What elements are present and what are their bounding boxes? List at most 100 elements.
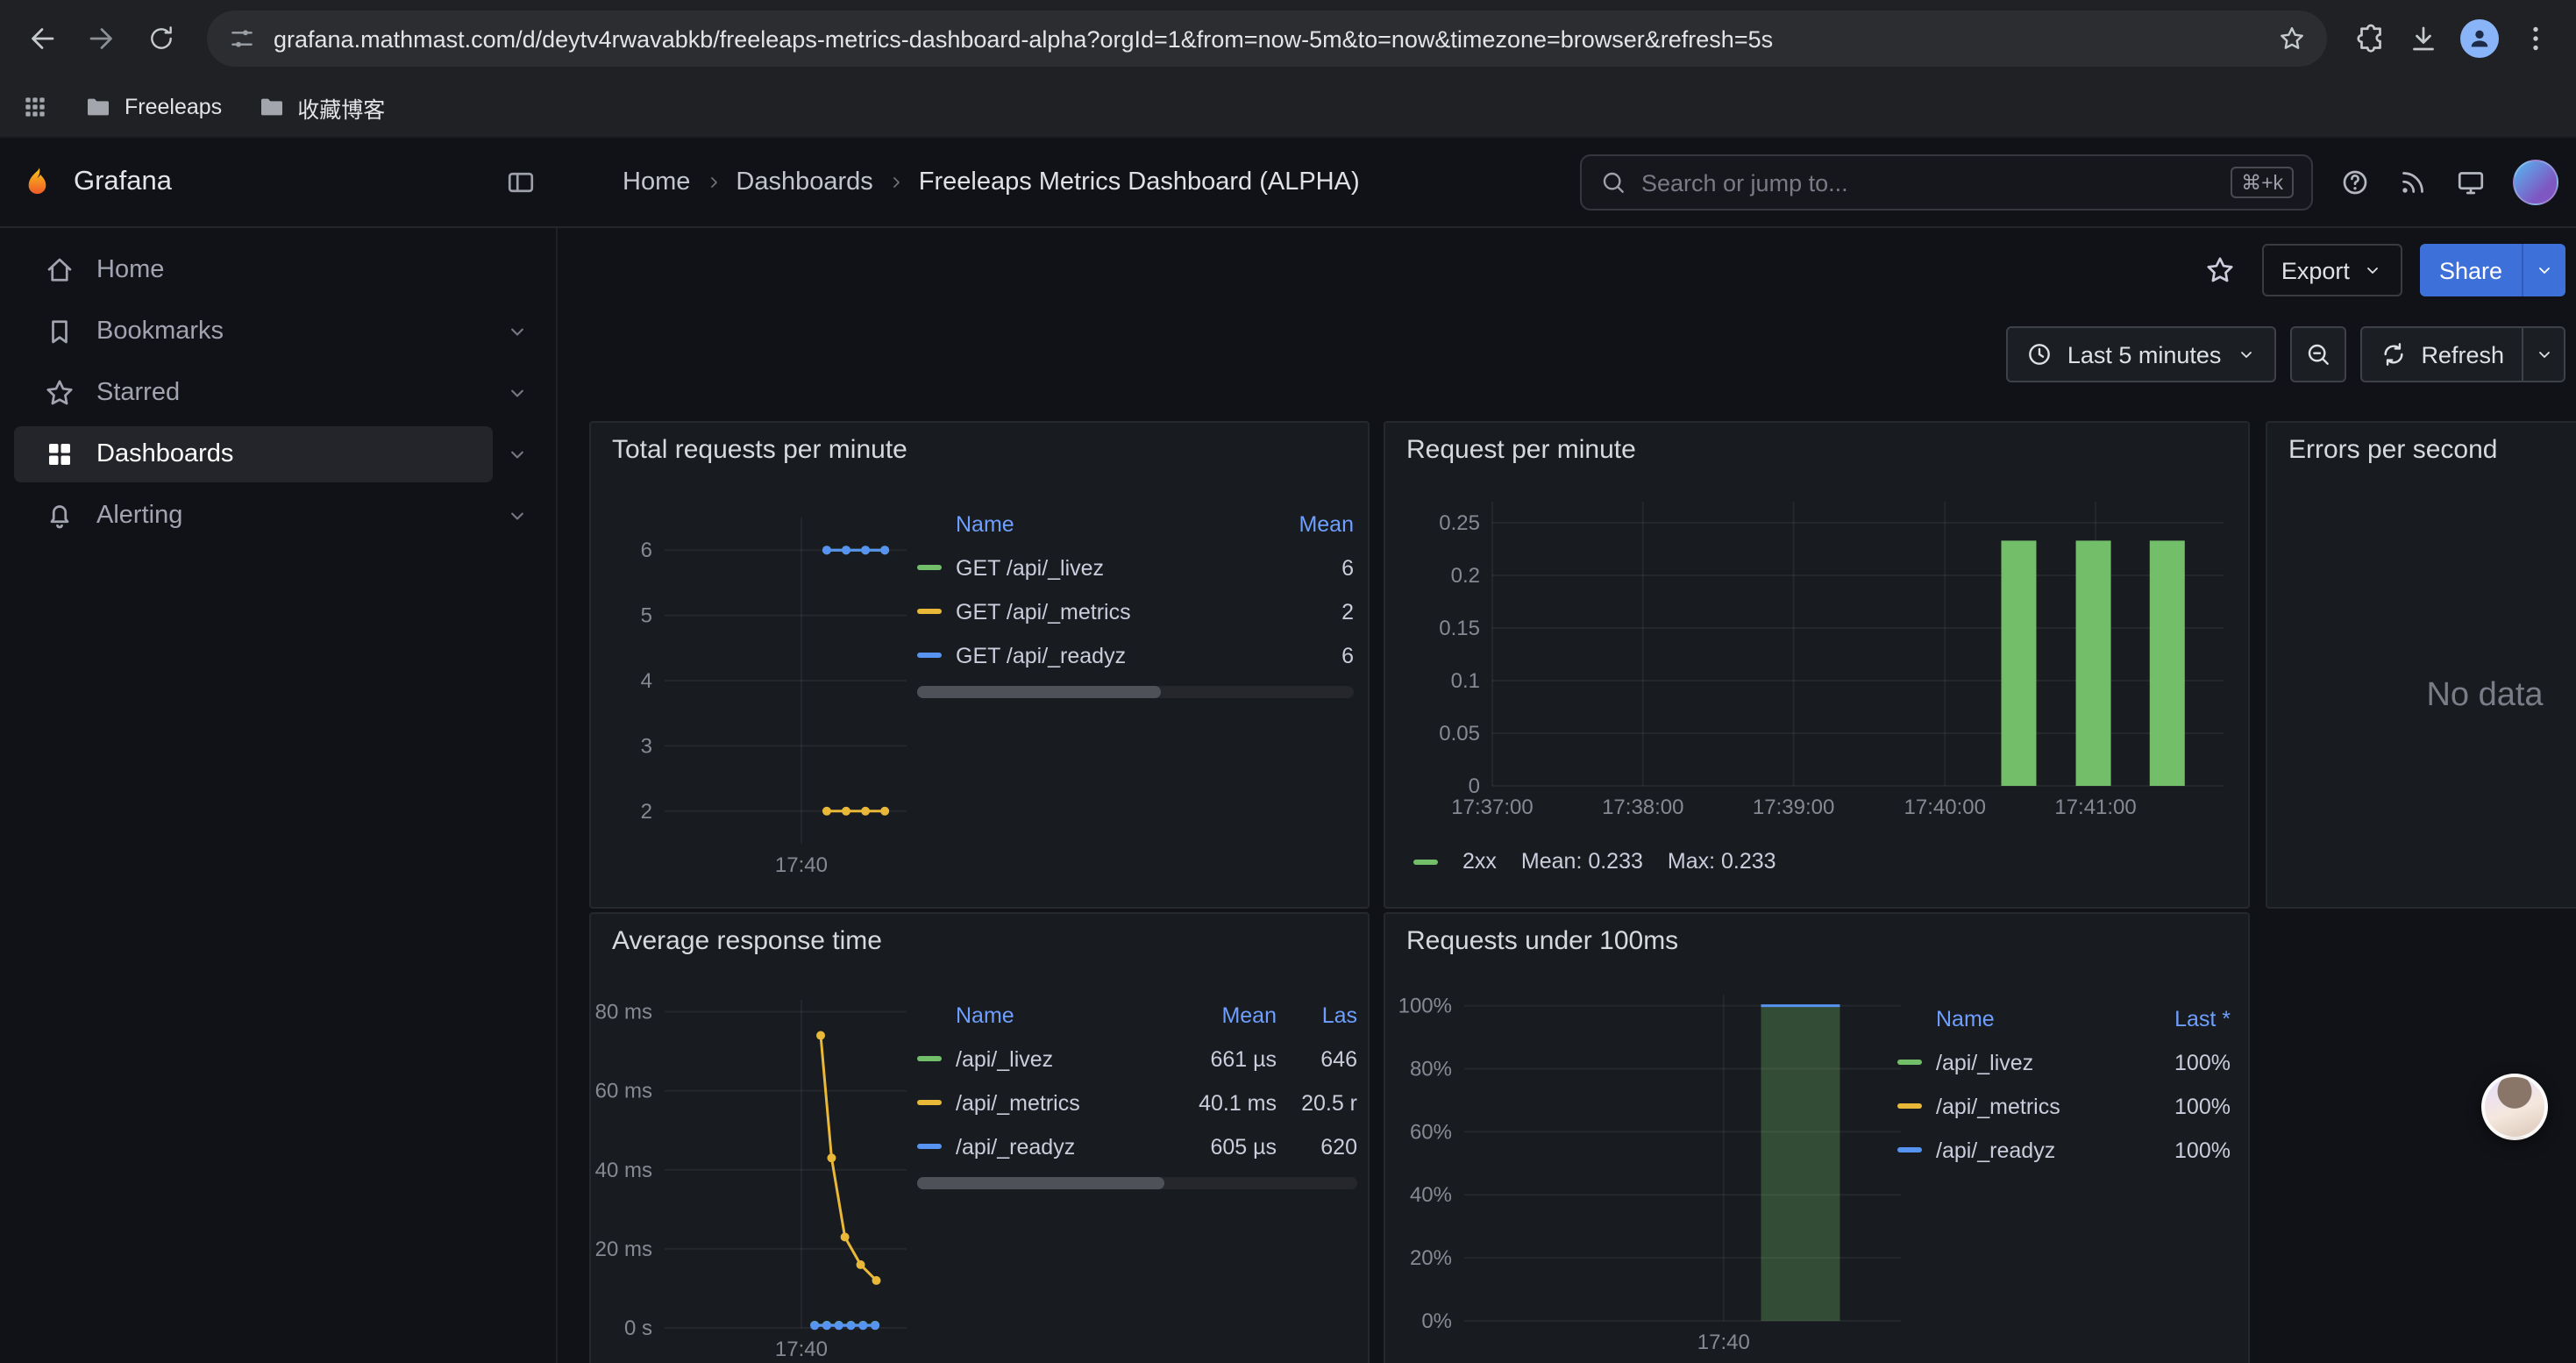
legend-row: GET /api/_readyz6 [917,633,1354,677]
sidebar-item-home[interactable]: Home [14,242,542,298]
legend-series-name[interactable]: GET /api/_livez [956,555,1252,580]
legend-series-name[interactable]: /api/_metrics [956,1090,1178,1115]
svg-text:0%: 0% [1421,1309,1452,1333]
legend-series-name[interactable]: /api/_livez [1936,1050,2143,1074]
series-color-dash [917,1144,942,1149]
browser-reload-button[interactable] [133,11,189,67]
svg-text:0: 0 [1469,774,1480,798]
news-rss-icon[interactable] [2397,167,2429,198]
svg-text:80%: 80% [1410,1057,1452,1081]
legend-row: /api/_metrics100% [1897,1084,2231,1128]
panel-title[interactable]: Requests under 100ms [1385,914,2248,968]
time-range-label: Last 5 minutes [2067,341,2222,368]
svg-text:6: 6 [641,539,652,562]
apps-grid-icon[interactable] [21,93,49,121]
help-icon[interactable] [2339,167,2371,198]
browser-back-button[interactable] [14,11,70,67]
bookmark-folder[interactable]: 收藏博客 [243,85,399,129]
legend-row: /api/_readyz605 µs620 [917,1124,1357,1168]
legend-series-value: 100% [2143,1050,2231,1074]
legend-series-name[interactable]: 2xx [1462,849,1497,874]
refresh-button[interactable]: Refresh [2359,326,2523,382]
legend-series-name[interactable]: GET /api/_metrics [956,599,1252,624]
legend-header-name[interactable]: Name [956,1003,1178,1028]
breadcrumb-item[interactable]: Dashboards [736,168,872,196]
extensions-puzzle-icon[interactable] [2355,23,2387,54]
legend-scrollbar[interactable] [917,1177,1357,1189]
legend-series-name[interactable]: /api/_readyz [956,1134,1178,1159]
browser-profile-avatar[interactable] [2460,19,2499,58]
legend-stat-max: Max: 0.233 [1668,849,1776,874]
assistant-avatar-fab[interactable] [2481,1074,2548,1140]
header-icons [2339,160,2558,205]
expand-chevron-button[interactable] [493,381,542,405]
legend-header-value[interactable]: Last * [2143,1007,2231,1031]
legend-series-name[interactable]: /api/_readyz [1936,1138,2143,1162]
grafana-logo-icon[interactable] [21,165,56,200]
expand-chevron-button[interactable] [493,442,542,467]
breadcrumb-item[interactable]: Home [623,168,690,196]
sidebar-item-label: Bookmarks [96,318,224,346]
average-response-time-chart[interactable]: 80 ms60 ms40 ms20 ms0 s17:40 [598,984,928,1363]
chevron-down-icon [2533,344,2554,365]
sidebar-item-alerting[interactable]: Alerting [14,488,493,544]
total-requests-chart[interactable]: 6543217:40 [598,493,928,903]
browser-menu-kebab-icon[interactable] [2520,23,2551,54]
panel-title[interactable]: Average response time [591,914,1368,968]
favorite-star-button[interactable] [2195,246,2245,295]
star-icon [44,377,75,409]
sidebar-item-dashboards[interactable]: Dashboards [14,426,493,482]
legend-header-value[interactable]: Mean [1178,1003,1277,1028]
legend-series-value: 100% [2143,1138,2231,1162]
address-bar[interactable]: grafana.mathmast.com/d/deytv4rwavabkb/fr… [207,11,2327,67]
legend-series-name[interactable]: /api/_metrics [1936,1094,2143,1118]
svg-text:40 ms: 40 ms [595,1159,652,1182]
panel-errors-per-second: Errors per second No data [2266,421,2576,909]
legend-header-name[interactable]: Name [956,512,1252,537]
url-text[interactable]: grafana.mathmast.com/d/deytv4rwavabkb/fr… [274,25,2260,52]
export-button[interactable]: Export [2262,244,2402,296]
panel-title[interactable]: Request per minute [1385,423,2248,477]
legend-row: /api/_metrics40.1 ms20.5 r [917,1081,1357,1124]
sidebar-item-starred[interactable]: Starred [14,365,493,421]
bell-icon [44,500,75,532]
svg-text:17:40: 17:40 [1697,1331,1750,1354]
user-avatar[interactable] [2513,160,2558,205]
legend-series-value: 100% [2143,1094,2231,1118]
legend-scrollbar[interactable] [917,686,1354,698]
legend-header-row: NameLast * [1897,998,2231,1040]
scrollbar-thumb[interactable] [917,686,1162,698]
legend-header-value[interactable]: Mean [1252,512,1354,537]
bookmark-star-icon[interactable] [2278,25,2306,53]
requests-under-100ms-chart[interactable]: 100%80%60%40%20%0%17:40 [1392,977,1918,1363]
scrollbar-thumb[interactable] [917,1177,1163,1189]
sidebar-toggle-icon[interactable] [505,167,537,198]
panel-title[interactable]: Total requests per minute [591,423,1368,477]
expand-chevron-button[interactable] [493,503,542,528]
browser-forward-button[interactable] [74,11,130,67]
expand-chevron-button[interactable] [493,319,542,344]
legend-header-row: NameMeanLas [917,995,1357,1037]
clock-icon [2025,340,2053,368]
legend-series-name[interactable]: /api/_livez [956,1046,1178,1071]
kiosk-monitor-icon[interactable] [2455,167,2487,198]
legend-header-value[interactable]: Las [1277,1003,1357,1028]
svg-text:80 ms: 80 ms [595,1001,652,1024]
legend-header-name[interactable]: Name [1936,1007,2143,1031]
site-settings-icon[interactable] [228,25,256,53]
search-input[interactable]: Search or jump to... ⌘+k [1580,154,2313,211]
time-range-picker[interactable]: Last 5 minutes [2006,326,2276,382]
series-color-dash [1897,1147,1922,1152]
request-per-minute-chart[interactable]: 0.250.20.150.10.05017:37:0017:38:0017:39… [1392,486,2245,882]
share-button[interactable]: Share [2420,244,2522,296]
legend-series-name[interactable]: GET /api/_readyz [956,643,1252,667]
share-menu-button[interactable] [2522,244,2565,296]
zoom-out-time-button[interactable] [2289,326,2345,382]
downloads-icon[interactable] [2408,23,2439,54]
bookmark-folder[interactable]: Freeleaps [70,88,236,126]
sidebar-item-bookmarks[interactable]: Bookmarks [14,303,493,360]
toolbar-right [2345,19,2562,58]
refresh-interval-button[interactable] [2523,326,2565,382]
chevron-down-icon [505,503,530,528]
panel-title[interactable]: Errors per second [2267,423,2576,477]
